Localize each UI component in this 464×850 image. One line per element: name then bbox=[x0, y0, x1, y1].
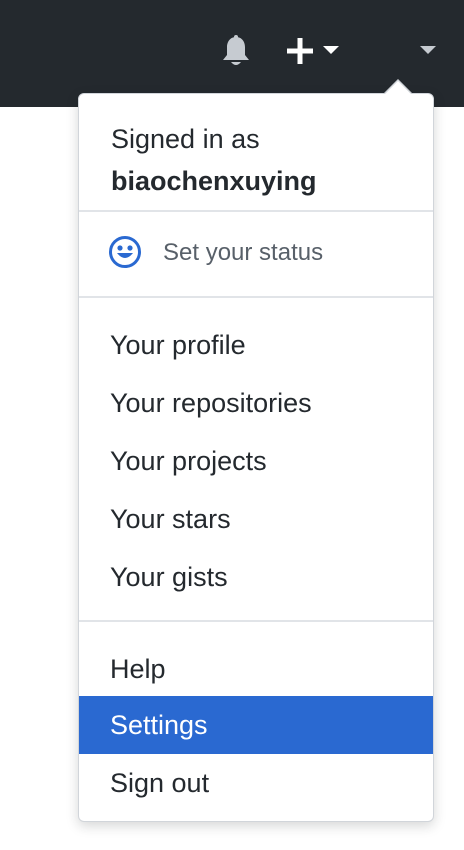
caret-down-icon[interactable] bbox=[323, 46, 339, 54]
set-status-label: Set your status bbox=[163, 239, 324, 266]
divider bbox=[79, 210, 433, 212]
divider bbox=[79, 620, 433, 622]
bell-icon[interactable] bbox=[219, 34, 253, 68]
plus-icon[interactable] bbox=[285, 36, 315, 66]
avatar-caret-down-icon[interactable] bbox=[420, 46, 436, 54]
dropdown-arrow bbox=[384, 81, 412, 95]
menu-item-sign-out[interactable]: Sign out bbox=[79, 754, 433, 812]
menu-item-your-stars[interactable]: Your stars bbox=[79, 490, 433, 548]
menu-item-help[interactable]: Help bbox=[79, 640, 433, 698]
menu-item-your-profile[interactable]: Your profile bbox=[79, 316, 433, 374]
username: biaochenxuying bbox=[111, 166, 317, 196]
menu-item-your-projects[interactable]: Your projects bbox=[79, 432, 433, 490]
menu-item-settings[interactable]: Settings bbox=[79, 696, 433, 754]
smiley-icon bbox=[109, 236, 141, 268]
divider bbox=[79, 296, 433, 298]
user-dropdown-menu: Signed in as biaochenxuying Set your sta… bbox=[78, 93, 434, 822]
signed-in-label: Signed in as bbox=[111, 124, 260, 154]
menu-item-your-repositories[interactable]: Your repositories bbox=[79, 374, 433, 432]
set-status-item[interactable]: Set your status bbox=[79, 213, 433, 297]
signed-in-header: Signed in as biaochenxuying bbox=[111, 118, 317, 202]
menu-item-your-gists[interactable]: Your gists bbox=[79, 548, 433, 606]
